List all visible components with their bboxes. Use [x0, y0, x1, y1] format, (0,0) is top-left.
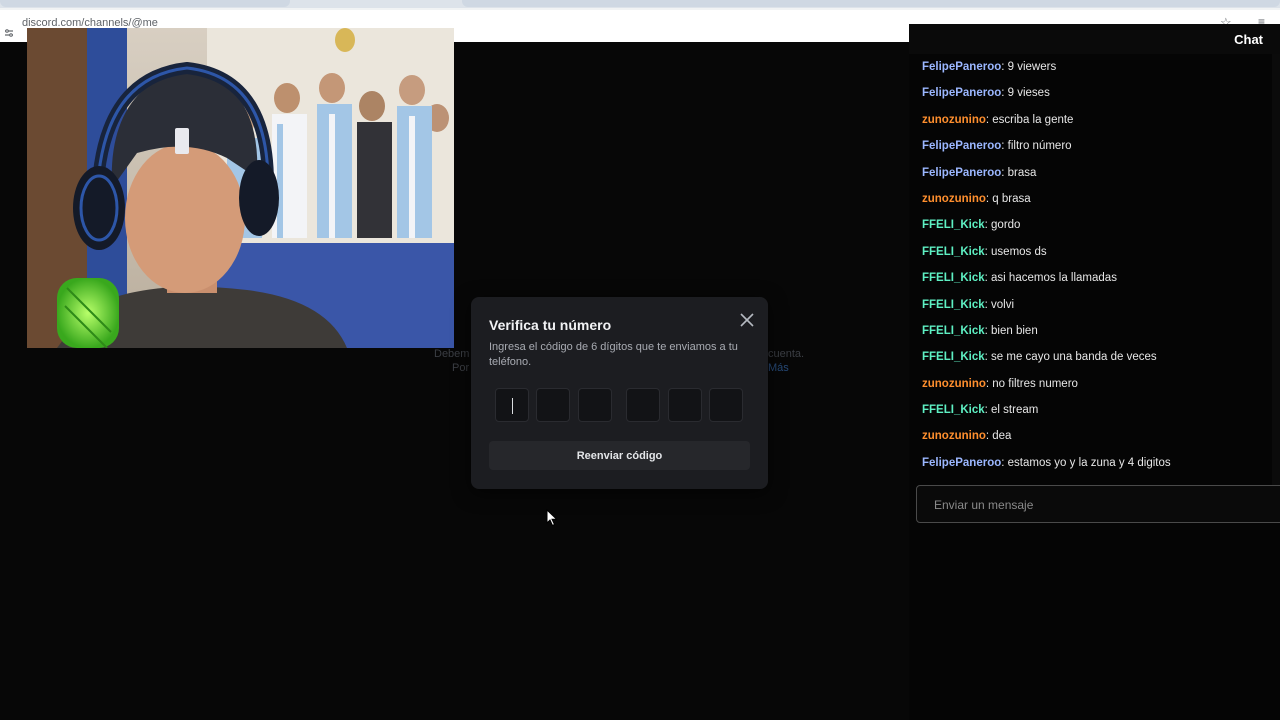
chat-message: zunozunino: no filtres numero: [922, 376, 1272, 402]
chat-message: FelipePaneroo: estamos yo y la zuna y 4 …: [922, 455, 1272, 481]
chat-title: Chat: [1234, 32, 1263, 47]
dialog-description: Ingresa el código de 6 dígitos que te en…: [489, 341, 738, 368]
browser-tab[interactable]: [0, 0, 290, 7]
chat-message-text: 9 viewers: [1007, 61, 1057, 73]
chat-message: zunozunino: dea: [922, 428, 1272, 454]
chat-username[interactable]: zunozunino: [922, 193, 986, 205]
chat-message: FFELI_Kick: gordo: [922, 217, 1272, 243]
chat-message: FelipePaneroo: 9 viewers: [922, 59, 1272, 85]
resend-code-button[interactable]: Reenviar código: [489, 441, 750, 470]
chat-input-placeholder: Enviar un mensaje: [934, 498, 1034, 512]
chat-message: zunozunino: q brasa: [922, 191, 1272, 217]
chat-username[interactable]: FelipePaneroo: [922, 87, 1001, 99]
chat-message: FelipePaneroo: filtro número: [922, 138, 1272, 164]
chat-message: FFELI_Kick: volvi: [922, 297, 1272, 323]
background-text: Por: [452, 362, 470, 374]
chat-username[interactable]: FFELI_Kick: [922, 325, 985, 337]
chat-message-text: se me cayo una banda de veces: [991, 351, 1157, 364]
chat-username[interactable]: zunozunino: [922, 430, 986, 442]
chat-username[interactable]: FelipePaneroo: [922, 457, 1001, 469]
close-icon[interactable]: [737, 310, 757, 330]
chat-message-text: q brasa: [992, 192, 1031, 205]
webcam-overlay: [27, 28, 454, 348]
code-digit-input[interactable]: [578, 388, 612, 422]
code-digit-input[interactable]: [709, 388, 743, 422]
chat-message-text: dea: [992, 430, 1012, 443]
chat-username[interactable]: FelipePaneroo: [922, 167, 1001, 179]
browser-tab-strip: [0, 0, 1280, 8]
code-digit-input[interactable]: [626, 388, 660, 422]
dialog-title: Verifica tu número: [489, 317, 612, 333]
chat-message-text: escriba la gente: [992, 113, 1074, 126]
chat-message-text: el stream: [991, 404, 1039, 417]
code-digit-input[interactable]: [495, 388, 529, 422]
chat-message-text: gordo: [991, 219, 1021, 232]
chat-message: zunozunino: escriba la gente: [922, 112, 1272, 138]
chat-header: Chat: [909, 24, 1280, 54]
chat-username[interactable]: FFELI_Kick: [922, 404, 985, 416]
chat-username[interactable]: zunozunino: [922, 378, 986, 390]
site-settings-icon[interactable]: [4, 28, 14, 38]
chat-username[interactable]: FFELI_Kick: [922, 299, 985, 311]
code-digit-input[interactable]: [536, 388, 570, 422]
background-link[interactable]: Más: [768, 362, 789, 374]
background-text: Debem: [434, 348, 470, 360]
code-digit-input[interactable]: [668, 388, 702, 422]
chat-message: FFELI_Kick: asi hacemos la llamadas: [922, 270, 1272, 296]
chat-message: FelipePaneroo: 9 vieses: [922, 85, 1272, 111]
chat-username[interactable]: FFELI_Kick: [922, 219, 985, 231]
chat-message: FFELI_Kick: se me cayo una banda de vece…: [922, 349, 1272, 375]
chat-message: FFELI_Kick: usemos ds: [922, 244, 1272, 270]
chat-message-list[interactable]: FelipePaneroo: 9 viewers FelipePaneroo: 9…: [922, 59, 1272, 481]
chat-message-text: brasa: [1007, 166, 1037, 179]
chat-scrollbar[interactable]: [1272, 54, 1280, 502]
screen: discord.com/channels/@me ☆ ≡ Debem Por c…: [0, 0, 1280, 720]
chat-message-text: filtro número: [1007, 140, 1072, 153]
stream-chat-panel: Chat FelipePaneroo: 9 viewers FelipePaner…: [909, 24, 1280, 720]
browser-tab[interactable]: [462, 0, 1280, 7]
chat-message-text: no filtres numero: [992, 377, 1078, 390]
chat-username[interactable]: FelipePaneroo: [922, 61, 1001, 73]
text-caret: [512, 398, 513, 414]
chat-message: FelipePaneroo: brasa: [922, 165, 1272, 191]
chat-message-text: estamos yo y la zuna y 4 digitos: [1007, 456, 1171, 469]
background-text: cuenta.: [768, 348, 805, 360]
chat-message: FFELI_Kick: el stream: [922, 402, 1272, 428]
chat-message-text: volvi: [991, 298, 1015, 311]
chat-username[interactable]: zunozunino: [922, 114, 986, 126]
chat-message-text: 9 vieses: [1007, 87, 1050, 100]
mouse-pointer-icon: [546, 509, 558, 527]
chat-message-text: asi hacemos la llamadas: [991, 272, 1117, 285]
webcam-video: [27, 28, 454, 348]
chat-username[interactable]: FFELI_Kick: [922, 246, 985, 258]
verify-phone-dialog: Verifica tu número Ingresa el código de …: [471, 297, 768, 489]
chat-username[interactable]: FFELI_Kick: [922, 351, 985, 363]
chat-message-text: usemos ds: [991, 245, 1047, 258]
chat-message: FFELI_Kick: bien bien: [922, 323, 1272, 349]
chat-message-input[interactable]: Enviar un mensaje: [916, 485, 1280, 523]
chat-username[interactable]: FelipePaneroo: [922, 140, 1001, 152]
chat-message-text: bien bien: [991, 324, 1038, 337]
chat-username[interactable]: FFELI_Kick: [922, 272, 985, 284]
